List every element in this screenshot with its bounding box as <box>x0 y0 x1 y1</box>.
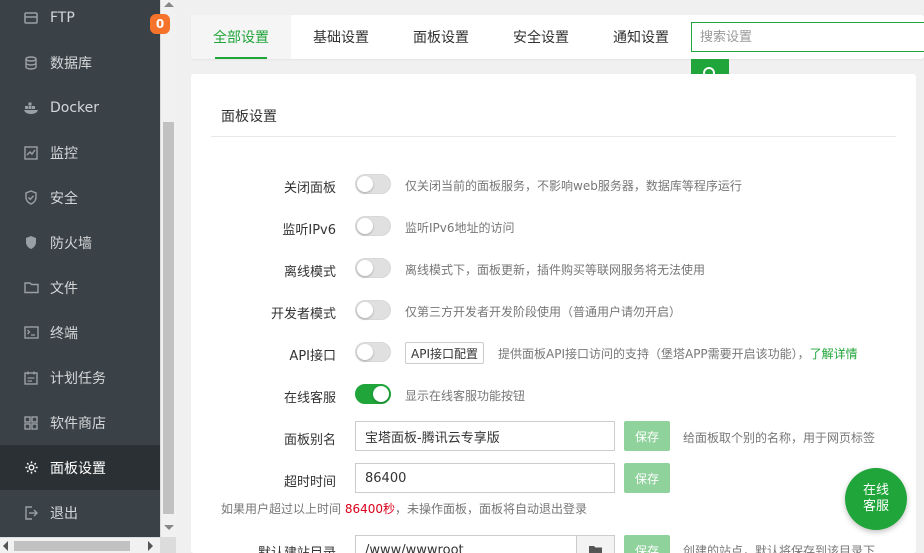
scrollbar-thumb[interactable] <box>163 122 174 514</box>
api-label: API接口 <box>289 349 336 364</box>
online-service-button[interactable]: 在线 客服 <box>845 468 907 530</box>
offline-mode-label: 离线模式 <box>283 265 336 280</box>
tab-notify-settings[interactable]: 通知设置 <box>591 15 691 59</box>
sidebar-item-label: 文件 <box>50 280 78 297</box>
horizontal-scrollbar-thumb[interactable] <box>14 541 130 551</box>
sidebar-item-monitor[interactable]: 监控 <box>0 130 160 175</box>
ipv6-label: 监听IPv6 <box>282 223 336 238</box>
sidebar-item-label: 终端 <box>50 325 78 342</box>
sidebar-item-files[interactable]: 文件 <box>0 265 160 310</box>
online-service-line1: 在线 <box>862 483 889 498</box>
tab-all-settings[interactable]: 全部设置 <box>191 15 291 59</box>
firewall-icon <box>23 235 39 251</box>
online-service-toggle[interactable] <box>355 384 391 404</box>
panel-alias-desc: 给面板取个别的名称，用于网页标签 <box>683 431 876 445</box>
panel-title: 面板设置 <box>221 109 277 125</box>
api-config-button[interactable]: API接口配置 <box>405 342 484 364</box>
online-service-label: 在线客服 <box>283 391 336 406</box>
online-service-desc: 显示在线客服功能按钮 <box>405 389 526 403</box>
calendar-icon <box>23 370 39 386</box>
sidebar-item-docker[interactable]: Docker <box>0 85 160 130</box>
database-icon <box>23 55 39 71</box>
offline-mode-toggle[interactable] <box>355 258 391 278</box>
scroll-down-arrow-icon[interactable] <box>164 525 174 530</box>
ftp-icon <box>23 10 39 26</box>
sidebar-item-logout[interactable]: 退出 <box>0 490 160 535</box>
divider <box>211 136 896 137</box>
sidebar-item-label: 防火墙 <box>50 235 92 252</box>
timeout-note-prefix: 如果用户超过以上时间 <box>221 502 345 516</box>
sidebar-item-label: 计划任务 <box>50 370 106 387</box>
ipv6-desc: 监听IPv6地址的访问 <box>405 221 515 235</box>
api-learn-more-link[interactable]: 了解详情 <box>810 347 858 361</box>
folder-picker-button[interactable] <box>577 535 615 553</box>
site-dir-desc: 创建的站点，默认将保存到该目录下 <box>683 544 876 553</box>
sidebar-item-label: Docker <box>50 99 100 116</box>
sidebar-item-label: 退出 <box>50 505 78 522</box>
sidebar-item-label: 监控 <box>50 145 78 162</box>
site-dir-input[interactable]: /www/wwwroot <box>355 535 577 553</box>
docker-icon <box>23 100 39 116</box>
developer-mode-toggle[interactable] <box>355 300 391 320</box>
api-desc-text: 提供面板API接口访问的支持（堡塔APP需要开启该功能）， <box>498 347 810 361</box>
online-service-line2: 客服 <box>862 499 889 514</box>
grid-icon <box>23 415 39 431</box>
sidebar-item-ftp[interactable]: FTP <box>0 0 160 40</box>
sidebar-item-label: FTP <box>50 9 75 26</box>
timeout-save-button[interactable]: 保存 <box>624 463 670 493</box>
scroll-right-arrow-icon[interactable] <box>148 541 153 551</box>
timeout-label: 超时时间 <box>283 475 336 490</box>
offline-mode-desc: 离线模式下，面板更新，插件购买等联网服务将无法使用 <box>405 263 706 277</box>
folder-icon <box>23 280 39 296</box>
gear-icon <box>23 460 39 476</box>
api-desc: 提供面板API接口访问的支持（堡塔APP需要开启该功能），了解详情 <box>498 345 858 362</box>
scroll-corner <box>160 537 176 553</box>
sidebar-item-firewall[interactable]: 防火墙 <box>0 220 160 265</box>
timeout-note-suffix: ，未操作面板，面板将自动退出登录 <box>395 502 588 516</box>
settings-panel: 面板设置 关闭面板 仅关闭当前的面板服务，不影响web服务器，数据库等程序运行 … <box>191 74 916 553</box>
sidebar-item-label: 安全 <box>50 190 78 207</box>
horizontal-scrollbar[interactable] <box>0 537 160 553</box>
sidebar-item-label: 软件商店 <box>50 415 106 432</box>
sidebar-item-database[interactable]: 数据库 <box>0 40 160 85</box>
search-input[interactable] <box>691 22 924 52</box>
developer-mode-label: 开发者模式 <box>270 307 336 322</box>
sidebar-scrollbar[interactable] <box>160 0 176 537</box>
notification-badge[interactable]: 0 <box>150 14 170 34</box>
timeout-input[interactable]: 86400 <box>355 463 615 493</box>
sidebar-item-cron[interactable]: 计划任务 <box>0 355 160 400</box>
panel-alias-save-button[interactable]: 保存 <box>624 421 670 451</box>
sidebar: FTP 数据库 Docker 监控 安全 防火墙 文件 终端 计划任务 软件商店… <box>0 0 160 537</box>
developer-mode-desc: 仅第三方开发者开发阶段使用（普通用户请勿开启） <box>405 305 682 319</box>
folder-open-icon <box>588 545 602 553</box>
timeout-note: 如果用户超过以上时间 86400秒，未操作面板，面板将自动退出登录 <box>221 500 587 517</box>
tab-panel-settings[interactable]: 面板设置 <box>391 15 491 59</box>
site-dir-save-button[interactable]: 保存 <box>624 535 670 553</box>
panel-alias-input[interactable]: 宝塔面板-腾讯云专享版 <box>355 421 615 451</box>
tab-security-settings[interactable]: 安全设置 <box>491 15 591 59</box>
sidebar-item-label: 数据库 <box>50 55 92 72</box>
api-toggle[interactable] <box>355 342 391 362</box>
ipv6-toggle[interactable] <box>355 216 391 236</box>
close-panel-label: 关闭面板 <box>283 181 336 196</box>
sidebar-item-store[interactable]: 软件商店 <box>0 400 160 445</box>
scroll-up-arrow-icon[interactable] <box>164 2 174 7</box>
sidebar-item-security[interactable]: 安全 <box>0 175 160 220</box>
timeout-note-highlight: 86400秒 <box>344 502 396 516</box>
scroll-left-arrow-icon[interactable] <box>3 541 8 551</box>
terminal-icon <box>23 325 39 341</box>
panel-alias-label: 面板别名 <box>283 433 336 448</box>
sidebar-item-panel-settings[interactable]: 面板设置 <box>0 445 160 490</box>
monitor-icon <box>23 145 39 161</box>
sidebar-item-terminal[interactable]: 终端 <box>0 310 160 355</box>
close-panel-toggle[interactable] <box>355 174 391 194</box>
tab-basic-settings[interactable]: 基础设置 <box>291 15 391 59</box>
site-dir-label: 默认建站目录 <box>191 542 336 553</box>
logout-icon <box>23 505 39 521</box>
shield-icon <box>23 190 39 206</box>
sidebar-item-label: 面板设置 <box>50 460 106 477</box>
close-panel-desc: 仅关闭当前的面板服务，不影响web服务器，数据库等程序运行 <box>405 179 742 193</box>
